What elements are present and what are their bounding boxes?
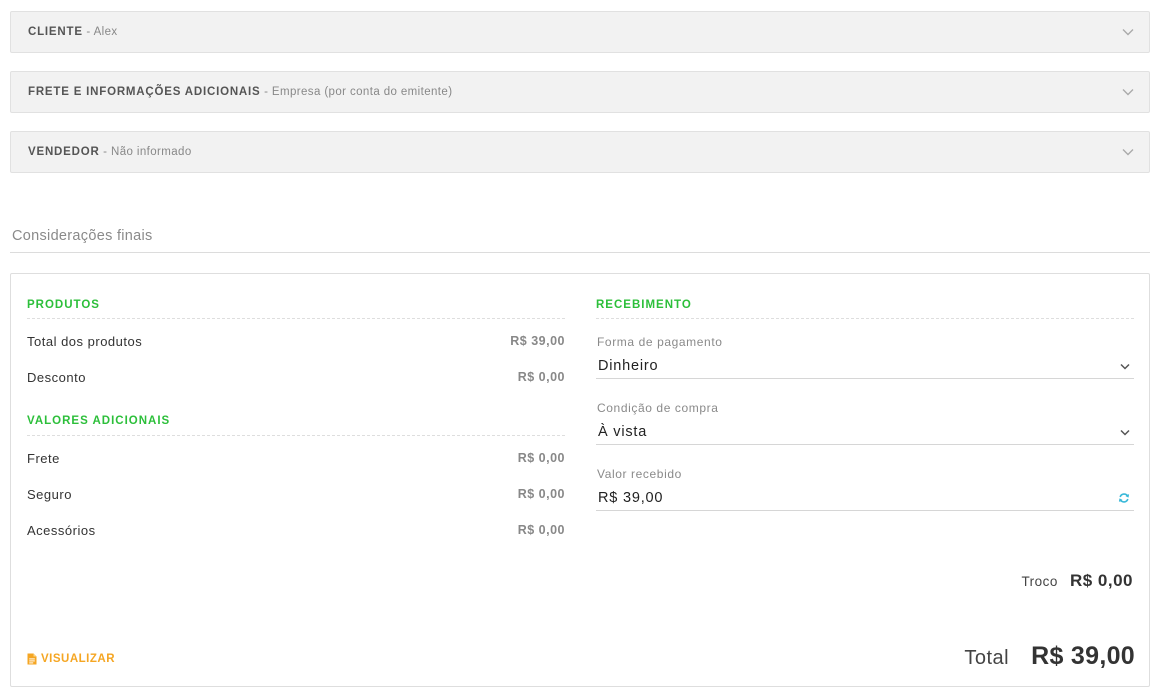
row-label: Total dos produtos [27, 333, 143, 349]
troco: Troco R$ 0,00 [1021, 571, 1133, 591]
valor-recebido-label: Valor recebido [597, 467, 682, 481]
document-icon [27, 653, 37, 665]
valores-adicionais-divider [27, 435, 565, 436]
row-value: R$ 0,00 [517, 523, 565, 537]
accordion-title: VENDEDOR [28, 146, 100, 158]
condicao-compra-value: À vista [598, 423, 648, 440]
accordion-vendedor-text: VENDEDOR - Não informado [28, 146, 1121, 158]
row-total-produtos: Total dos produtos R$ 39,00 [27, 331, 565, 351]
accordion-frete[interactable]: FRETE E INFORMAÇÕES ADICIONAIS - Empresa… [10, 71, 1150, 113]
forma-pagamento-select[interactable]: Dinheiro [596, 353, 1134, 379]
recebimento-divider [596, 318, 1134, 319]
visualizar-label: VISUALIZAR [41, 653, 115, 665]
summary-panel: PRODUTOS Total dos produtos R$ 39,00 Des… [10, 273, 1150, 687]
condicao-compra-select[interactable]: À vista [596, 419, 1134, 445]
troco-label: Troco [1021, 574, 1058, 589]
accordion-subtitle: - Empresa (por conta do emitente) [260, 86, 453, 98]
accordion-title: CLIENTE [28, 26, 83, 38]
accordion-vendedor[interactable]: VENDEDOR - Não informado [10, 131, 1150, 173]
section-divider [10, 252, 1150, 253]
accordion-cliente[interactable]: CLIENTE - Alex [10, 11, 1150, 53]
row-label: Desconto [27, 369, 86, 385]
produtos-heading: PRODUTOS [27, 299, 100, 311]
chevron-down-icon[interactable] [1121, 145, 1135, 159]
row-seguro: Seguro R$ 0,00 [27, 484, 565, 504]
row-label: Frete [27, 450, 60, 466]
accordion-subtitle: - Não informado [99, 146, 192, 158]
accordion-frete-text: FRETE E INFORMAÇÕES ADICIONAIS - Empresa… [28, 86, 1121, 98]
valores-adicionais-heading: VALORES ADICIONAIS [27, 415, 171, 427]
chevron-down-icon [1120, 357, 1130, 375]
total-label: Total [964, 647, 1010, 669]
row-frete: Frete R$ 0,00 [27, 448, 565, 468]
row-desconto: Desconto R$ 0,00 [27, 367, 565, 387]
valor-recebido-input[interactable]: R$ 39,00 [596, 485, 1134, 511]
chevron-down-icon[interactable] [1121, 25, 1135, 39]
row-value: R$ 0,00 [517, 451, 565, 465]
refresh-icon[interactable] [1118, 492, 1130, 504]
row-acessorios: Acessórios R$ 0,00 [27, 520, 565, 540]
total: Total R$ 39,00 [964, 642, 1135, 671]
forma-pagamento-label: Forma de pagamento [597, 335, 723, 349]
produtos-divider [27, 318, 565, 319]
chevron-down-icon [1120, 423, 1130, 441]
section-title: Considerações finais [12, 228, 153, 244]
row-label: Acessórios [27, 522, 96, 538]
row-value: R$ 39,00 [510, 334, 565, 348]
accordion-cliente-text: CLIENTE - Alex [28, 26, 1121, 38]
troco-value: R$ 0,00 [1069, 571, 1133, 590]
forma-pagamento-value: Dinheiro [598, 357, 659, 374]
row-value: R$ 0,00 [517, 370, 565, 384]
recebimento-heading: RECEBIMENTO [596, 299, 692, 311]
total-value: R$ 39,00 [1031, 642, 1135, 670]
chevron-down-icon[interactable] [1121, 85, 1135, 99]
visualizar-button[interactable]: VISUALIZAR [27, 653, 115, 665]
valor-recebido-value: R$ 39,00 [598, 489, 664, 506]
accordion-title: FRETE E INFORMAÇÕES ADICIONAIS [28, 86, 261, 98]
row-label: Seguro [27, 486, 72, 502]
row-value: R$ 0,00 [517, 487, 565, 501]
accordion-subtitle: - Alex [82, 26, 118, 38]
condicao-compra-label: Condição de compra [597, 401, 719, 415]
